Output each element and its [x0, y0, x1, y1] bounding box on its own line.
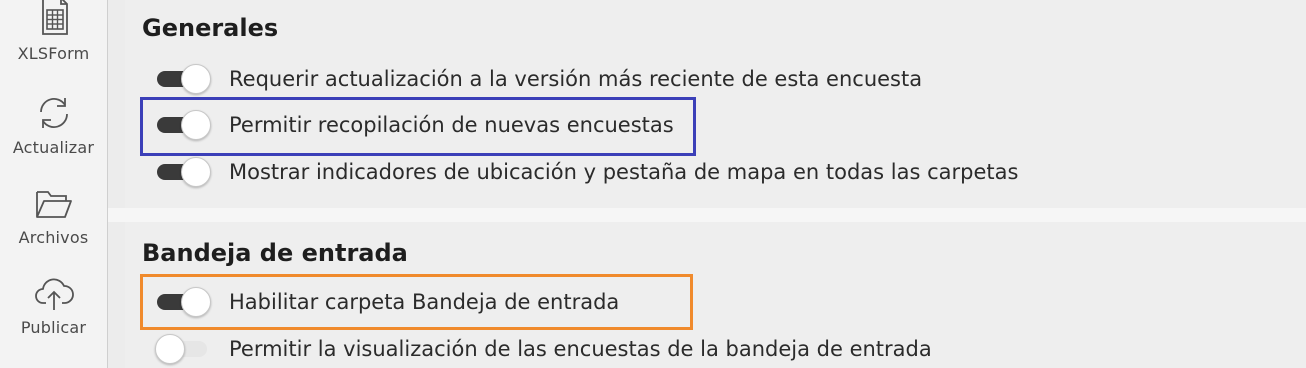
setting-row-enable-inbox: Habilitar carpeta Bandeja de entrada [155, 285, 619, 319]
toggle-view-inbox-surveys[interactable] [155, 332, 213, 366]
setting-label: Mostrar indicadores de ubicación y pesta… [229, 160, 1019, 184]
sidebar-item-publicar[interactable]: Publicar [0, 270, 107, 337]
toggle-knob [181, 157, 211, 187]
setting-label: Permitir recopilación de nuevas encuesta… [229, 113, 674, 137]
section-divider [108, 208, 1306, 222]
setting-row-location-indicators: Mostrar indicadores de ubicación y pesta… [155, 155, 1018, 189]
setting-row-view-inbox-surveys: Permitir la visualización de las encuest… [155, 332, 932, 366]
sidebar-item-label: Archivos [18, 228, 89, 247]
toggle-knob [155, 334, 185, 364]
toggle-knob [181, 64, 211, 94]
toggle-knob [181, 287, 211, 317]
cloud-upload-icon [31, 270, 77, 316]
toggle-location-indicators[interactable] [155, 155, 213, 189]
sidebar-item-archivos[interactable]: Archivos [0, 180, 107, 247]
setting-row-require-update: Requerir actualización a la versión más … [155, 62, 922, 96]
sidebar-item-label: XLSForm [17, 44, 90, 63]
spreadsheet-icon [31, 0, 77, 40]
section-title-inbox: Bandeja de entrada [142, 239, 408, 267]
folder-icon [31, 180, 77, 226]
general-settings-panel: Generales Requerir actualización a la ve… [125, 0, 1306, 210]
toggle-require-update[interactable] [155, 62, 213, 96]
toggle-knob [181, 110, 211, 140]
sidebar-item-label: Publicar [20, 318, 87, 337]
sidebar-item-actualizar[interactable]: Actualizar [0, 90, 107, 157]
toggle-enable-inbox[interactable] [155, 285, 213, 319]
refresh-icon [31, 90, 77, 136]
sidebar-item-xlsform[interactable]: XLSForm [0, 0, 107, 63]
inbox-settings-panel: Bandeja de entrada Habilitar carpeta Ban… [125, 222, 1306, 368]
sidebar-item-label: Actualizar [12, 138, 95, 157]
setting-label: Permitir la visualización de las encuest… [229, 337, 932, 361]
sidebar: XLSForm Actualizar Archivos Publicar [0, 0, 108, 368]
setting-label: Requerir actualización a la versión más … [229, 67, 923, 91]
toggle-allow-collection[interactable] [155, 108, 213, 142]
section-title-general: Generales [142, 14, 279, 42]
setting-row-allow-collection: Permitir recopilación de nuevas encuesta… [155, 108, 674, 142]
setting-label: Habilitar carpeta Bandeja de entrada [229, 290, 620, 314]
settings-screen: XLSForm Actualizar Archivos Publicar Gen… [0, 0, 1306, 368]
